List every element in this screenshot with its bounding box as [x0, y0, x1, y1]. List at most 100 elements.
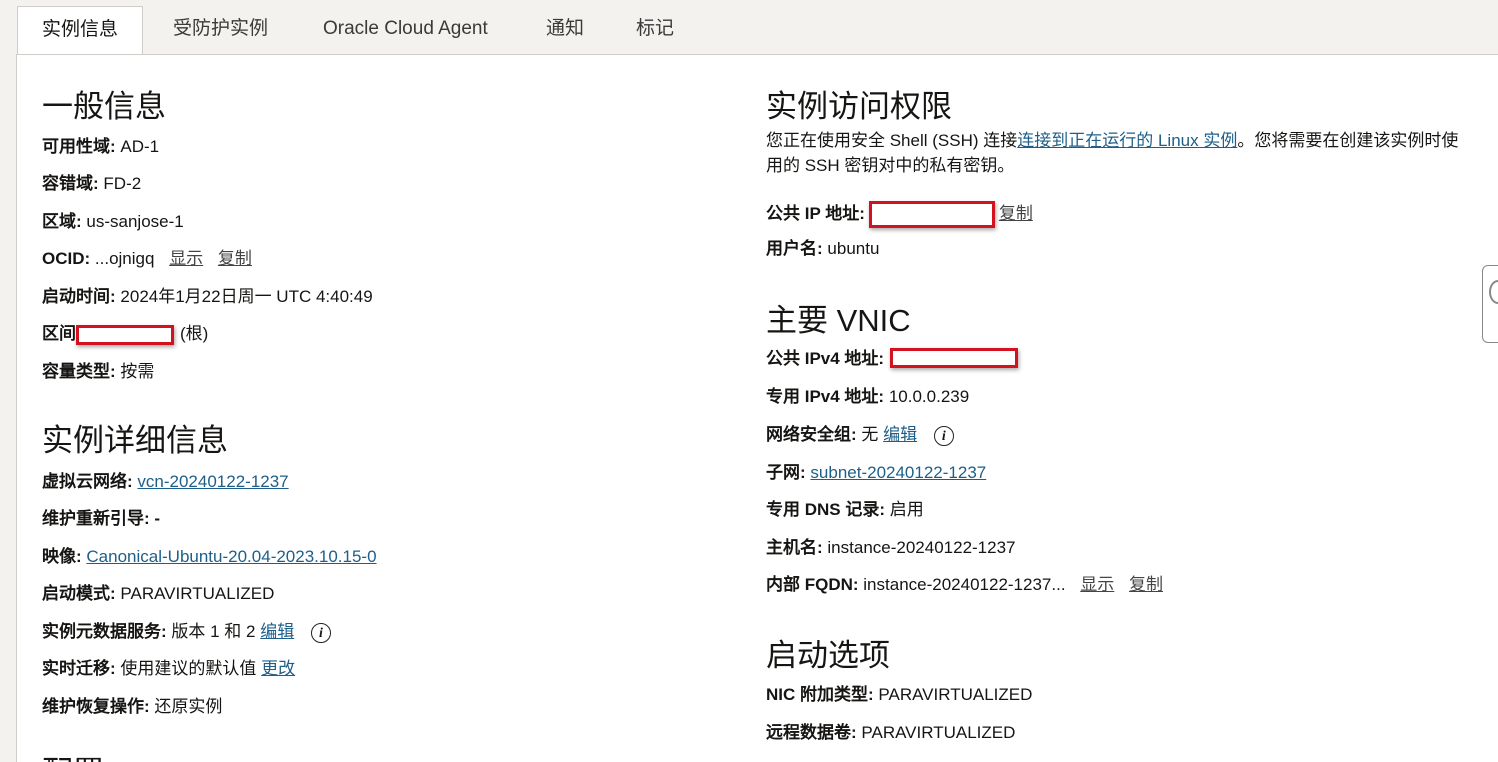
remote-volume-row: 远程数据卷: PARAVIRTUALIZED	[766, 722, 1015, 744]
launch-time-label: 启动时间:	[42, 287, 116, 306]
private-dns-row: 专用 DNS 记录: 启用	[766, 499, 924, 521]
live-migration-label: 实时迁移:	[42, 659, 116, 678]
fqdn-label: 内部 FQDN:	[766, 575, 859, 594]
launch-mode-value: PARAVIRTUALIZED	[120, 584, 275, 603]
info-icon[interactable]: i	[310, 622, 331, 643]
ssh-desc-prefix: 您正在使用安全 Shell (SSH) 连接	[766, 131, 1018, 150]
public-ip-label: 公共 IP 地址:	[766, 203, 865, 223]
availability-domain-label: 可用性域:	[42, 137, 116, 156]
fqdn-show-link[interactable]: 显示	[1080, 575, 1114, 594]
capacity-type-value: 按需	[120, 362, 155, 381]
image-row: 映像: Canonical-Ubuntu-20.04-2023.10.15-0	[42, 546, 377, 568]
tab-instance-info[interactable]: 实例信息	[17, 6, 144, 55]
redacted-compartment-box	[76, 324, 174, 345]
vcn-row: 虚拟云网络: vcn-20240122-1237	[42, 471, 289, 493]
live-migration-value: 使用建议的默认值	[120, 659, 257, 678]
live-migration-row: 实时迁移: 使用建议的默认值 更改	[42, 658, 295, 680]
live-migration-change-link[interactable]: 更改	[261, 659, 295, 678]
hostname-row: 主机名: instance-20240122-1237	[766, 537, 1016, 559]
instance-details-heading: 实例详细信息	[42, 423, 228, 458]
maintenance-reboot-label: 维护重新引导:	[42, 509, 150, 528]
instance-access-heading: 实例访问权限	[766, 89, 952, 124]
feedback-widget-icon[interactable]	[1482, 265, 1498, 343]
public-ipv4-label: 公共 IPv4 地址:	[766, 349, 885, 368]
tab-bar: 实例信息 受防护实例 Oracle Cloud Agent 通知 标记	[0, 0, 1498, 55]
compartment-row: 区间 (根)	[42, 323, 208, 345]
metadata-service-label: 实例元数据服务:	[42, 622, 167, 641]
subnet-label: 子网:	[766, 463, 806, 482]
region-value: us-sanjose-1	[86, 212, 184, 231]
metadata-service-row: 实例元数据服务: 版本 1 和 2 编辑 i	[42, 621, 331, 643]
compartment-root-suffix: (根)	[180, 324, 209, 343]
fqdn-row: 内部 FQDN: instance-20240122-1237... 显示 复制	[766, 574, 1163, 596]
nic-attachment-row: NIC 附加类型: PARAVIRTUALIZED	[766, 684, 1032, 706]
nsg-label: 网络安全组:	[766, 425, 857, 444]
region-label: 区域:	[42, 212, 82, 231]
launch-mode-row: 启动模式: PARAVIRTUALIZED	[42, 583, 274, 605]
ocid-label: OCID:	[42, 249, 91, 268]
private-ipv4-value: 10.0.0.239	[888, 387, 970, 406]
ocid-value: ...ojnigq	[94, 249, 155, 268]
public-ip-copy-link[interactable]: 复制	[999, 204, 1033, 223]
ssh-desc-suffix: 。您将需要在创建该实例时使	[1237, 131, 1459, 150]
redacted-public-ip-box	[868, 201, 995, 228]
ocid-show-link[interactable]: 显示	[169, 249, 203, 268]
launch-mode-label: 启动模式:	[42, 584, 116, 603]
redacted-public-ipv4-box	[890, 347, 1019, 368]
image-link[interactable]: Canonical-Ubuntu-20.04-2023.10.15-0	[86, 547, 376, 566]
maintenance-reboot-row: 维护重新引导: -	[42, 508, 160, 530]
fault-domain-label: 容错域:	[42, 174, 99, 193]
hostname-value: instance-20240122-1237	[827, 538, 1016, 557]
metadata-service-value: 版本 1 和 2	[171, 622, 256, 641]
primary-vnic-heading: 主要 VNIC	[766, 303, 911, 338]
capacity-type-row: 容量类型: 按需	[42, 361, 154, 383]
metadata-edit-link[interactable]: 编辑	[260, 622, 294, 641]
maintenance-recovery-label: 维护恢复操作:	[42, 697, 150, 716]
nic-attachment-value: PARAVIRTUALIZED	[878, 685, 1033, 704]
username-row: 用户名: ubuntu	[766, 238, 879, 260]
region-row: 区域: us-sanjose-1	[42, 211, 184, 233]
fault-domain-value: FD-2	[103, 174, 142, 193]
maintenance-recovery-row: 维护恢复操作: 还原实例	[42, 696, 222, 718]
launch-time-value: 2024年1月22日周一 UTC 4:40:49	[120, 287, 373, 306]
availability-domain-row: 可用性域: AD-1	[42, 136, 159, 158]
private-dns-value: 启用	[889, 500, 924, 519]
private-ipv4-label: 专用 IPv4 地址:	[766, 387, 885, 406]
username-value: ubuntu	[827, 239, 880, 258]
subnet-row: 子网: subnet-20240122-1237	[766, 462, 986, 484]
remote-volume-label: 远程数据卷:	[766, 723, 857, 742]
subnet-link[interactable]: subnet-20240122-1237	[810, 463, 986, 482]
nsg-row: 网络安全组: 无 编辑 i	[766, 424, 954, 446]
tab-tags[interactable]: 标记	[636, 6, 674, 55]
connect-linux-instance-link[interactable]: 连接到正在运行的 Linux 实例	[1017, 131, 1237, 150]
instance-info-panel: 一般信息 可用性域: AD-1 容错域: FD-2 区域: us-sanjose…	[16, 54, 1498, 762]
public-ipv4-row: 公共 IPv4 地址:	[766, 347, 1019, 370]
maintenance-reboot-value: -	[154, 509, 161, 528]
compartment-label: 区间	[42, 324, 76, 343]
vcn-link[interactable]: vcn-20240122-1237	[137, 472, 288, 491]
widget-knob-shape	[1489, 280, 1498, 304]
maintenance-recovery-value: 还原实例	[154, 697, 223, 716]
tab-notifications[interactable]: 通知	[546, 6, 584, 55]
fqdn-copy-link[interactable]: 复制	[1129, 575, 1163, 594]
launch-options-heading: 启动选项	[766, 638, 890, 673]
vcn-label: 虚拟云网络:	[42, 472, 133, 491]
ssh-description: 您正在使用安全 Shell (SSH) 连接连接到正在运行的 Linux 实例。…	[766, 128, 1486, 178]
fqdn-value: instance-20240122-1237...	[863, 575, 1066, 594]
hostname-label: 主机名:	[766, 538, 823, 557]
image-label: 映像:	[42, 547, 82, 566]
configuration-heading-partial: 配置	[42, 747, 104, 762]
nsg-value: 无	[861, 425, 879, 444]
ocid-copy-link[interactable]: 复制	[218, 249, 252, 268]
availability-domain-value: AD-1	[120, 137, 160, 156]
launch-time-row: 启动时间: 2024年1月22日周一 UTC 4:40:49	[42, 286, 373, 308]
info-icon[interactable]: i	[933, 425, 954, 446]
capacity-type-label: 容量类型:	[42, 362, 116, 381]
nsg-edit-link[interactable]: 编辑	[883, 425, 917, 444]
tab-oracle-cloud-agent[interactable]: Oracle Cloud Agent	[323, 6, 488, 55]
nic-attachment-label: NIC 附加类型:	[766, 685, 874, 704]
public-ip-row: 公共 IP 地址: 复制	[766, 201, 1033, 228]
ssh-desc-line2: 用的 SSH 密钥对中的私有密钥。	[766, 156, 1015, 175]
username-label: 用户名:	[766, 239, 823, 258]
tab-shielded-instance[interactable]: 受防护实例	[173, 6, 268, 55]
